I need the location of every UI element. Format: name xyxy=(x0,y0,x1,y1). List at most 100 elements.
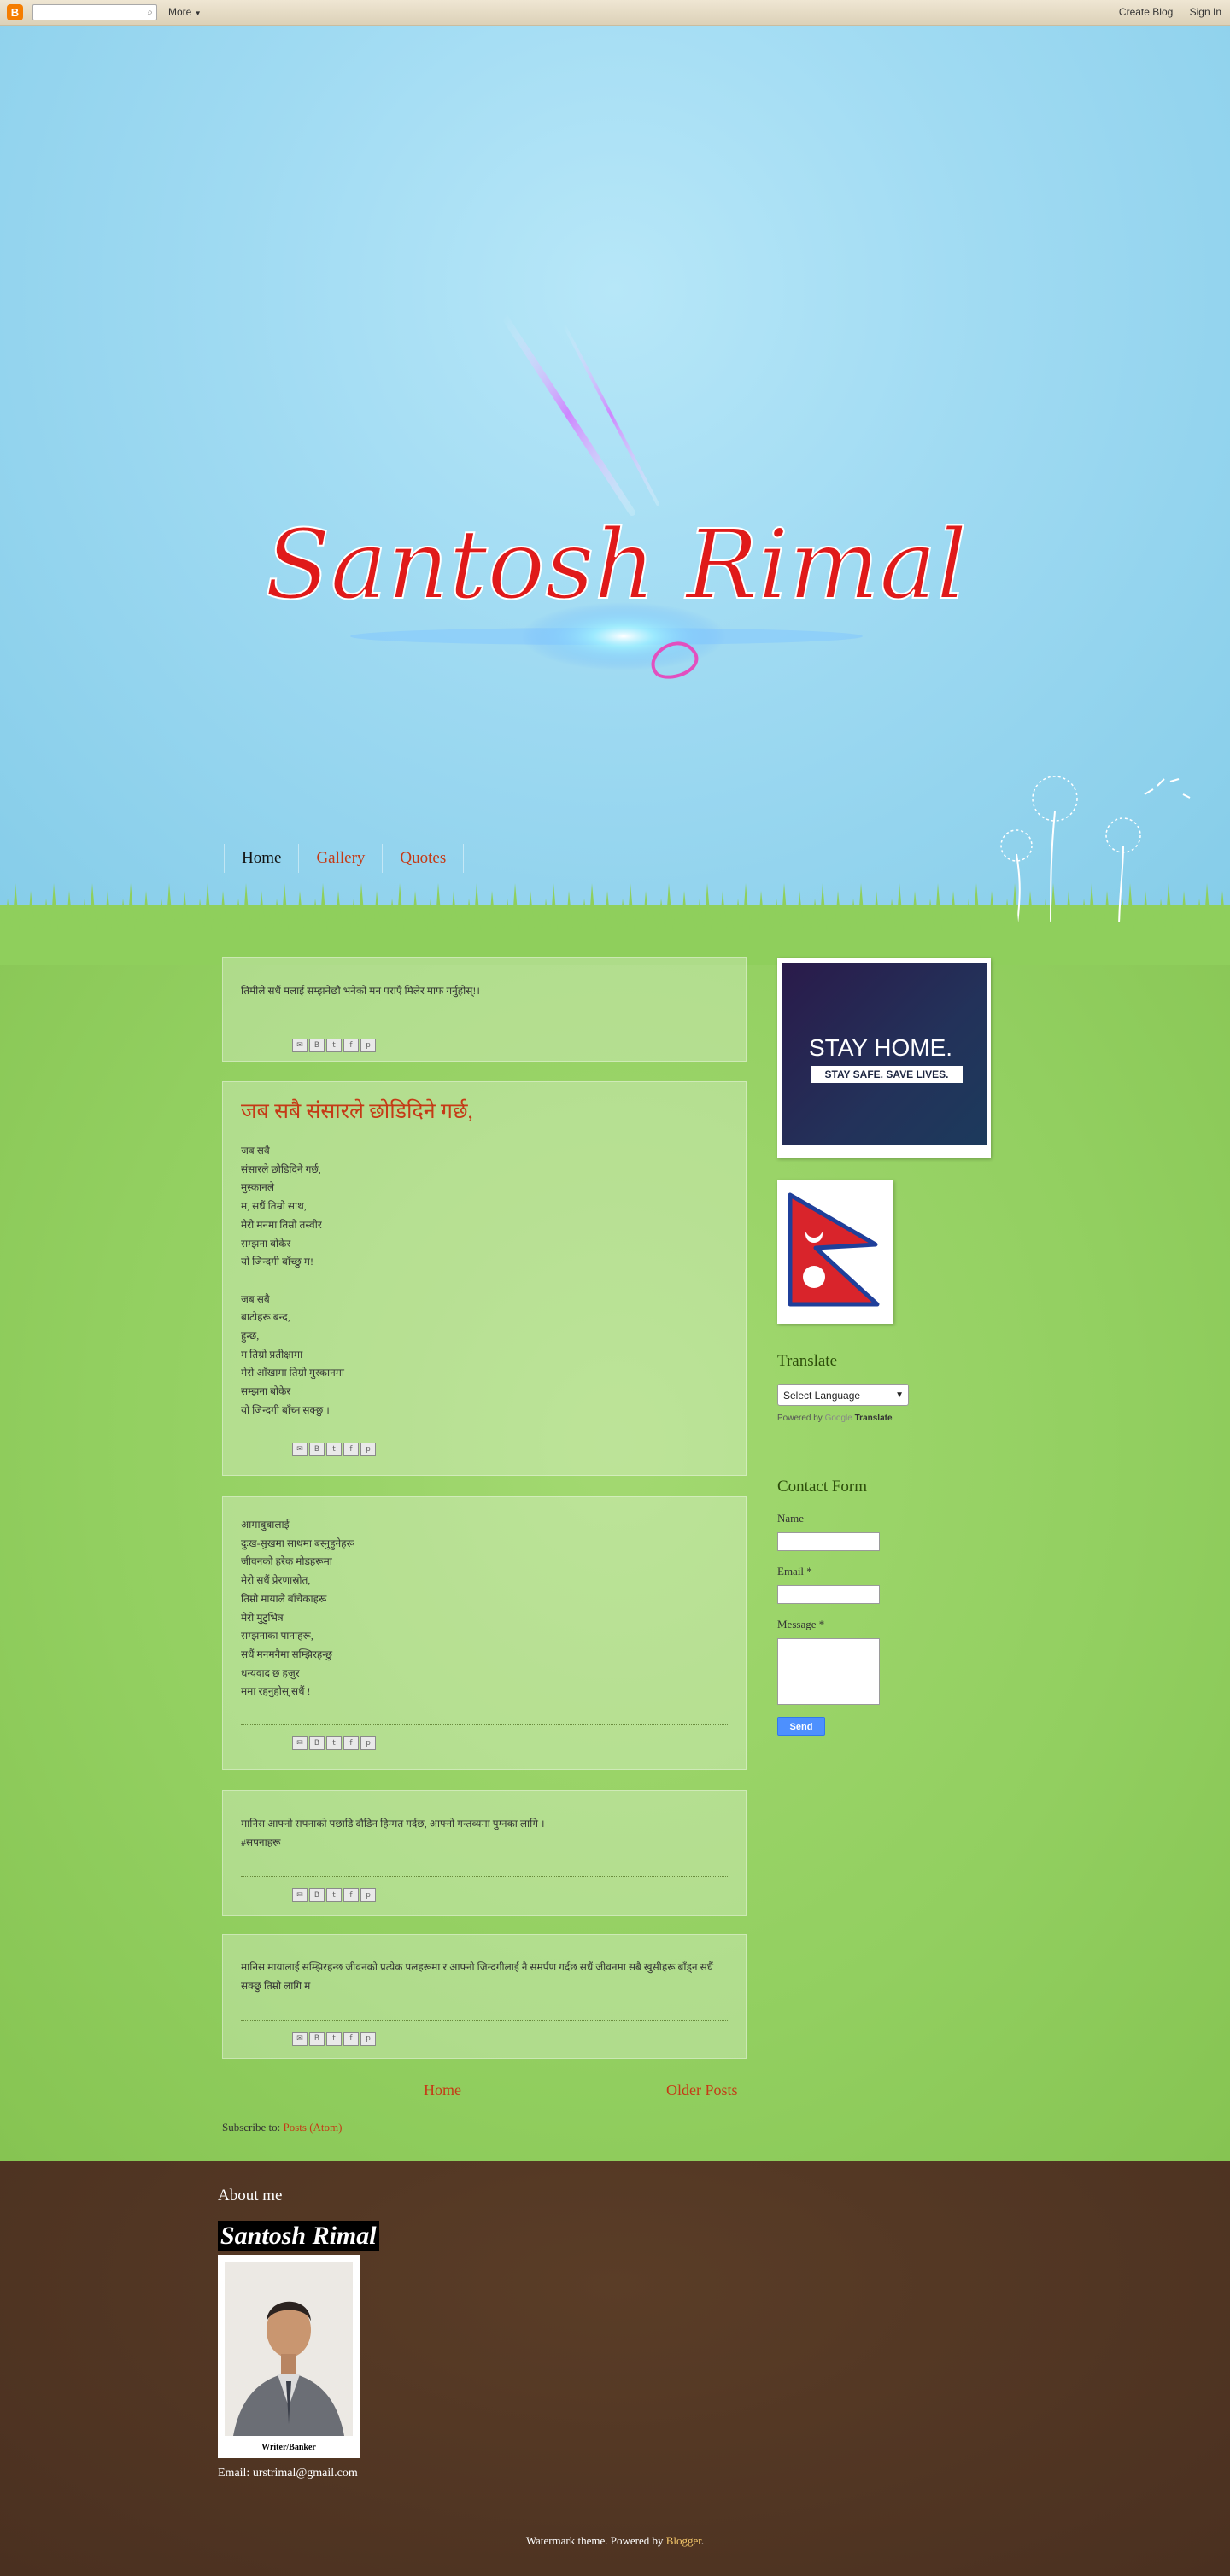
send-button[interactable]: Send xyxy=(777,1717,825,1736)
pinterest-icon[interactable]: p xyxy=(360,1888,376,1902)
email-icon[interactable]: ✉ xyxy=(292,1039,308,1052)
stay-home-image[interactable]: STAY HOME. STAY SAFE. SAVE LIVES. xyxy=(777,958,991,1158)
blog-post: जब सबै संसारले छोडिदिने गर्छ, जब सबै संस… xyxy=(222,1081,747,1476)
home-link[interactable]: Home xyxy=(424,2081,461,2099)
post-line: सम्झना बोकेर xyxy=(241,1237,291,1250)
post-line: जीवनको हरेक मोडहरूमा xyxy=(241,1555,332,1568)
post-line: यो जिन्दगी बाँच्छु म! xyxy=(241,1256,313,1268)
powered-by-google: Powered by Google Translate xyxy=(777,1414,893,1423)
post-footer: ✉ Bt f p xyxy=(241,1027,728,1060)
blogthis-icon[interactable]: B xyxy=(309,1039,325,1052)
blogger-navbar: B ⌕ More ▼ Create Blog Sign In xyxy=(0,0,1230,26)
profile-name[interactable]: Santosh Rimal xyxy=(218,2221,379,2251)
facebook-icon[interactable]: f xyxy=(343,2032,359,2046)
email-icon[interactable]: ✉ xyxy=(292,1443,308,1456)
blogthis-icon[interactable]: B xyxy=(309,1443,325,1456)
credit-suffix: . xyxy=(700,2534,705,2547)
translate-title: Translate xyxy=(777,1352,838,1370)
post-line: मेरो मनमा तिम्रो तस्वीर xyxy=(241,1218,322,1231)
tab-home[interactable]: Home xyxy=(224,844,298,873)
blogger-logo-icon[interactable]: B xyxy=(7,4,23,20)
older-posts-link[interactable]: Older Posts xyxy=(666,2081,738,2099)
post-line: यो जिन्दगी बाँच्न सक्छु । xyxy=(241,1403,330,1416)
powered-by-label: Powered by xyxy=(777,1414,823,1423)
pinterest-icon[interactable]: p xyxy=(360,1039,376,1052)
sign-in-link[interactable]: Sign In xyxy=(1190,6,1221,18)
email-field[interactable] xyxy=(777,1585,880,1604)
post-line: सम्झनाका पानाहरू, xyxy=(241,1630,313,1642)
post-line: सम्झना बोकेर xyxy=(241,1385,291,1398)
nepal-flag-icon xyxy=(788,1192,880,1307)
post-body: मानिस मायालाई सम्झिरहन्छ जीवनको प्रत्येक… xyxy=(241,1958,727,1995)
blogger-link[interactable]: Blogger xyxy=(666,2534,701,2547)
about-title: About me xyxy=(218,2187,283,2204)
subscribe-line: Subscribe to: Posts (Atom) xyxy=(222,2121,342,2134)
post-body: जब सबै संसारले छोडिदिने गर्छ, मुस्कानले … xyxy=(241,1142,727,1431)
twitter-icon[interactable]: t xyxy=(326,1888,342,1902)
post-line: जब सबै xyxy=(241,1145,270,1156)
pinterest-icon[interactable]: p xyxy=(360,2032,376,2046)
post-line: मानिस मायालाई सम्झिरहन्छ जीवनको प्रत्येक… xyxy=(241,1961,714,1973)
search-input[interactable]: ⌕ xyxy=(32,4,157,20)
facebook-icon[interactable]: f xyxy=(343,1736,359,1750)
post-line: जब सबै xyxy=(241,1292,270,1305)
post-footer: ✉ Bt f p xyxy=(241,1876,728,1910)
chevron-down-icon: ▼ xyxy=(895,1390,904,1400)
share-buttons: ✉ Bt f p xyxy=(292,1443,376,1456)
twitter-icon[interactable]: t xyxy=(326,2032,342,2046)
email-icon[interactable]: ✉ xyxy=(292,2032,308,2046)
facebook-icon[interactable]: f xyxy=(343,1039,359,1052)
subscribe-atom-link[interactable]: Posts (Atom) xyxy=(284,2121,343,2134)
post-footer: ✉ Bt f p xyxy=(241,1431,728,1464)
post-title[interactable]: जब सबै संसारले छोडिदिने गर्छ, xyxy=(241,1099,727,1125)
share-buttons: ✉ Bt f p xyxy=(292,2032,376,2046)
blog-post: तिमीले सधैं मलाई सम्झनेछौ भनेको मन पराएँ… xyxy=(222,957,747,1062)
more-menu[interactable]: More ▼ xyxy=(168,6,202,18)
subscribe-label: Subscribe to: xyxy=(222,2121,281,2134)
profile-image[interactable]: Writer/Banker xyxy=(218,2255,360,2458)
footer-credit: Watermark theme. Powered by Blogger. xyxy=(0,2534,1230,2548)
post-body: मानिस आफ्नो सपनाको पछाडि दौडिन हिम्मत गर… xyxy=(241,1815,727,1852)
post-line: मेरो मुटुभित्र xyxy=(241,1611,284,1624)
tab-gallery[interactable]: Gallery xyxy=(298,844,382,873)
message-label: Message * xyxy=(777,1618,825,1630)
create-blog-link[interactable]: Create Blog xyxy=(1119,6,1173,18)
blogthis-icon[interactable]: B xyxy=(309,1736,325,1750)
name-field[interactable] xyxy=(777,1532,880,1551)
twitter-icon[interactable]: t xyxy=(326,1736,342,1750)
blog-logo[interactable]: Santosh Rimal xyxy=(248,307,982,709)
facebook-icon[interactable]: f xyxy=(343,1888,359,1902)
post-line: दुःख-सुखमा साथमा बस्नुहुनेहरू xyxy=(241,1537,354,1549)
profile-photo xyxy=(225,2262,353,2436)
pinterest-icon[interactable]: p xyxy=(360,1443,376,1456)
language-select[interactable]: Select Language ▼ xyxy=(777,1384,909,1406)
name-label: Name xyxy=(777,1512,805,1525)
post-line: सक्छु तिम्रो लागि म xyxy=(241,1979,311,1992)
twitter-icon[interactable]: t xyxy=(326,1039,342,1052)
translate-link[interactable]: Translate xyxy=(855,1414,893,1423)
post-line: संसारले छोडिदिने गर्छ, xyxy=(241,1162,321,1175)
blog-header: Santosh Rimal xyxy=(0,26,1230,931)
tab-quotes[interactable]: Quotes xyxy=(382,844,465,873)
blogthis-icon[interactable]: B xyxy=(309,2032,325,2046)
blogthis-icon[interactable]: B xyxy=(309,1888,325,1902)
email-icon[interactable]: ✉ xyxy=(292,1736,308,1750)
facebook-icon[interactable]: f xyxy=(343,1443,359,1456)
contact-form-title: Contact Form xyxy=(777,1478,868,1496)
search-icon[interactable]: ⌕ xyxy=(147,6,153,19)
post-line: #सपनाहरू xyxy=(241,1835,281,1848)
twitter-icon[interactable]: t xyxy=(326,1443,342,1456)
message-field[interactable] xyxy=(777,1638,880,1705)
page-tabs: Home Gallery Quotes xyxy=(224,844,465,873)
post-line: मेरो सधैं प्रेरणास्रोत, xyxy=(241,1574,311,1587)
post-line: मेरो आँखामा तिम्रो मुस्कानमा xyxy=(241,1367,345,1379)
post-line xyxy=(241,1272,727,1291)
email-icon[interactable]: ✉ xyxy=(292,1888,308,1902)
more-label: More xyxy=(168,6,192,18)
post-line: मुस्कानले xyxy=(241,1181,274,1194)
nepal-flag-image[interactable] xyxy=(777,1180,893,1324)
pinterest-icon[interactable]: p xyxy=(360,1736,376,1750)
post-footer: ✉ Bt f p xyxy=(241,2020,728,2053)
logo-text: Santosh Rimal xyxy=(265,510,967,621)
chevron-down-icon: ▼ xyxy=(194,9,202,17)
